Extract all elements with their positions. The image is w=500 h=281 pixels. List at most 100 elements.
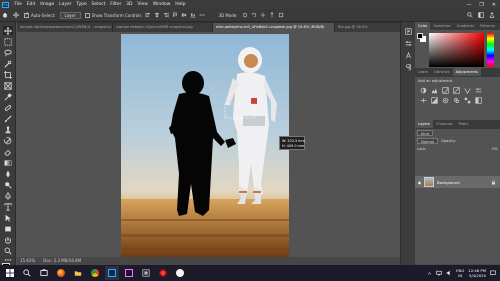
exposure-icon[interactable] [453, 87, 460, 94]
tab-learn[interactable]: Learn [415, 68, 431, 76]
align-center-icon[interactable] [154, 12, 160, 18]
notifications-icon[interactable] [490, 270, 496, 276]
share-icon[interactable] [489, 12, 496, 18]
close-button[interactable]: ✕ [492, 2, 496, 8]
tab-paths[interactable]: Paths [456, 120, 472, 128]
curves-icon[interactable] [442, 87, 449, 94]
chevron-up-icon[interactable] [427, 271, 432, 276]
record-icon[interactable] [156, 266, 170, 280]
color-lookup-icon[interactable] [464, 97, 471, 104]
character-icon[interactable] [405, 52, 412, 59]
app-icon[interactable] [139, 266, 153, 280]
align-bottom-icon[interactable] [190, 12, 196, 18]
zoom-tool-icon[interactable] [3, 246, 13, 255]
3d-scale-icon[interactable] [278, 12, 284, 18]
clock[interactable]: 12:46 PM 5/4/2020 [468, 268, 486, 278]
menu-layer[interactable]: Layer [57, 2, 74, 7]
menu-help[interactable]: Help [173, 2, 188, 7]
marquee-tool-icon[interactable] [3, 37, 13, 46]
more-options-icon[interactable] [199, 12, 205, 18]
photoshop-taskbar-icon[interactable] [105, 266, 119, 280]
menu-edit[interactable]: Edit [24, 2, 38, 7]
workspace-icon[interactable] [478, 12, 485, 18]
hue-saturation-icon[interactable] [475, 87, 482, 94]
firefox-icon[interactable] [54, 266, 68, 280]
menu-select[interactable]: Select [89, 2, 108, 7]
language-indicator[interactable]: ENG IN [456, 268, 464, 278]
minimize-button[interactable]: — [466, 2, 471, 8]
healing-brush-tool-icon[interactable] [3, 103, 13, 112]
tab-layers[interactable]: Layers [415, 120, 433, 128]
dodge-tool-icon[interactable] [3, 180, 13, 189]
menu-file[interactable]: File [12, 2, 24, 7]
vibrance-icon[interactable] [464, 87, 471, 94]
auto-select-dropdown[interactable]: Layer [59, 11, 81, 19]
rectangle-tool-icon[interactable] [3, 224, 13, 233]
pen-tool-icon[interactable] [3, 191, 13, 200]
properties-icon[interactable] [405, 40, 412, 47]
clone-stamp-tool-icon[interactable] [3, 125, 13, 134]
tab-channels[interactable]: Channels [433, 120, 456, 128]
frame-tool-icon[interactable] [3, 81, 13, 90]
search-icon[interactable] [467, 12, 474, 18]
eraser-tool-icon[interactable] [3, 147, 13, 156]
color-field[interactable] [429, 33, 484, 67]
eye-icon[interactable]: ◉ [415, 180, 424, 185]
type-tool-icon[interactable] [3, 202, 13, 211]
document-tab-active[interactable]: nike-pellegrino-m0_uFiv8de2-unsplash.jpg… [213, 23, 335, 32]
color-balance-icon[interactable] [420, 97, 427, 104]
tab-swatches[interactable]: Swatches [430, 22, 453, 30]
tab-gradients[interactable]: Gradients [454, 22, 478, 30]
blend-mode-dropdown[interactable]: Normal [417, 138, 439, 144]
path-select-tool-icon[interactable] [3, 213, 13, 222]
search-icon[interactable] [20, 266, 34, 280]
show-transform-checkbox[interactable] [84, 12, 90, 18]
maximize-button[interactable]: ❐ [479, 2, 483, 8]
levels-icon[interactable] [431, 87, 438, 94]
menu-image[interactable]: Image [38, 2, 57, 7]
menu-view[interactable]: View [135, 2, 150, 7]
menu-filter[interactable]: Filter [108, 2, 124, 7]
3d-roll-icon[interactable] [251, 12, 257, 18]
hand-tool-icon[interactable] [3, 235, 13, 244]
3d-drag-icon[interactable] [260, 12, 266, 18]
premiere-icon[interactable] [122, 266, 136, 280]
history-brush-tool-icon[interactable] [3, 136, 13, 145]
document-tab[interactable]: almost-rightshadowtovar.toe(1)/WEB(4 ...… [17, 23, 113, 32]
media-app-icon[interactable] [173, 266, 187, 280]
tab-patterns[interactable]: Patterns [477, 22, 498, 30]
task-view-icon[interactable] [37, 266, 51, 280]
move-tool-icon[interactable] [3, 26, 13, 35]
document-image[interactable] [121, 34, 289, 258]
align-right-icon[interactable] [163, 12, 169, 18]
auto-select-checkbox[interactable] [24, 12, 29, 18]
align-middle-icon[interactable] [181, 12, 187, 18]
gradient-tool-icon[interactable] [3, 158, 13, 167]
tab-color[interactable]: Color [415, 22, 431, 30]
3d-slide-icon[interactable] [269, 12, 275, 18]
windows-start-icon[interactable] [3, 266, 17, 280]
align-left-icon[interactable] [145, 12, 151, 18]
move-tool-icon[interactable] [13, 12, 20, 18]
hue-slider[interactable] [487, 33, 494, 67]
photo-filter-icon[interactable] [442, 97, 449, 104]
eyedropper-tool-icon[interactable] [3, 92, 13, 101]
quick-select-tool-icon[interactable] [3, 59, 13, 68]
volume-icon[interactable] [446, 270, 452, 276]
menu-window[interactable]: Window [150, 2, 173, 7]
layer-row[interactable]: ◉ Background [415, 176, 500, 188]
paragraph-icon[interactable] [405, 64, 412, 71]
menu-3d[interactable]: 3D [124, 2, 135, 7]
home-icon[interactable] [2, 12, 9, 18]
foreground-color-swatch[interactable] [417, 33, 423, 39]
blur-tool-icon[interactable] [3, 169, 13, 178]
tab-libraries[interactable]: Libraries [431, 68, 453, 76]
zoom-level[interactable]: 15.63% [20, 257, 35, 265]
lasso-tool-icon[interactable] [3, 48, 13, 57]
history-icon[interactable] [405, 28, 412, 35]
crop-tool-icon[interactable] [3, 70, 13, 79]
brightness-icon[interactable] [420, 87, 427, 94]
network-icon[interactable] [436, 270, 442, 276]
black-white-icon[interactable] [431, 97, 438, 104]
document-tab[interactable]: clambo debelor (Sjjnton/WEB snapshot.jpg [113, 23, 213, 32]
